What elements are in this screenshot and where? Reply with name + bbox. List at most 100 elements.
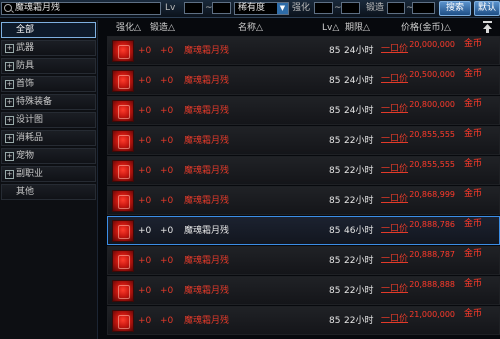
- default-button[interactable]: 默认: [474, 1, 500, 16]
- sidebar-item-label: 武器: [16, 43, 35, 53]
- buyout-label[interactable]: 一口价: [381, 194, 408, 205]
- buyout-label[interactable]: 一口价: [381, 284, 408, 295]
- buyout-label[interactable]: 一口价: [381, 164, 408, 175]
- sidebar-item-other[interactable]: 其他: [1, 184, 96, 200]
- column-header-forge[interactable]: 锻造△: [150, 23, 175, 34]
- level-max-input[interactable]: [212, 2, 231, 14]
- sidebar-item-all[interactable]: 全部: [1, 22, 96, 38]
- sidebar-item-special-equipment[interactable]: + 特殊装备: [1, 94, 96, 110]
- expand-icon[interactable]: +: [5, 134, 14, 143]
- table-row[interactable]: +0 +0 魔魂霜月残 85 22小时 一口价 20,888,787 金币: [107, 246, 500, 275]
- sidebar-item-label: 全部: [16, 25, 35, 35]
- price-value: 20,888,888: [409, 280, 455, 289]
- table-row[interactable]: +0 +0 魔魂霜月残 85 22小时 一口价 20,855,555 金币: [107, 126, 500, 155]
- table-row[interactable]: +0 +0 魔魂霜月残 85 24小时 一口价 20,800,000 金币: [107, 96, 500, 125]
- level-value: 85: [329, 226, 341, 236]
- price-value: 20,855,555: [409, 130, 455, 139]
- item-icon[interactable]: [112, 250, 134, 272]
- expand-icon[interactable]: +: [5, 116, 14, 125]
- buyout-label[interactable]: 一口价: [381, 224, 408, 235]
- enhance-value: +0: [138, 256, 152, 266]
- table-row[interactable]: +0 +0 魔魂霜月残 85 24小时 一口价 20,500,000 金币: [107, 66, 500, 95]
- gold-unit: 金币: [464, 189, 483, 199]
- buyout-label[interactable]: 一口价: [381, 104, 408, 115]
- forge-max-input[interactable]: [412, 2, 435, 14]
- duration-value: 24小时: [344, 46, 374, 56]
- expand-icon[interactable]: +: [5, 152, 14, 161]
- search-input[interactable]: 魔魂霜月残: [1, 2, 161, 15]
- expand-icon[interactable]: +: [5, 80, 14, 89]
- table-row[interactable]: +0 +0 魔魂霜月残 85 22小时 一口价 21,000,000 金币: [107, 306, 500, 335]
- expand-icon[interactable]: +: [5, 98, 14, 107]
- scroll-to-top-icon[interactable]: [482, 20, 493, 34]
- price-value: 20,868,999: [409, 190, 455, 199]
- item-name: 魔魂霜月残: [184, 196, 230, 206]
- expand-icon[interactable]: +: [5, 170, 14, 179]
- buyout-label[interactable]: 一口价: [381, 44, 408, 55]
- item-icon[interactable]: [112, 70, 134, 92]
- chevron-down-icon[interactable]: ▼: [277, 3, 288, 14]
- table-row[interactable]: +0 +0 魔魂霜月残 85 24小时 一口价 20,000,000 金币: [107, 36, 500, 65]
- level-value: 85: [329, 166, 341, 176]
- column-header-name[interactable]: 名称△: [238, 23, 263, 34]
- forge-value: +0: [160, 106, 174, 116]
- item-icon[interactable]: [112, 40, 134, 62]
- column-header-enhance[interactable]: 强化△: [116, 23, 141, 34]
- sidebar-item-jewelry[interactable]: + 首饰: [1, 76, 96, 92]
- forge-value: +0: [160, 136, 174, 146]
- level-value: 85: [329, 256, 341, 266]
- gold-unit: 金币: [464, 39, 483, 49]
- forge-value: +0: [160, 166, 174, 176]
- buyout-label[interactable]: 一口价: [381, 314, 408, 325]
- buyout-label[interactable]: 一口价: [381, 254, 408, 265]
- level-min-input[interactable]: [184, 2, 203, 14]
- item-name: 魔魂霜月残: [184, 166, 230, 176]
- gold-unit: 金币: [464, 129, 483, 139]
- item-icon[interactable]: [112, 280, 134, 302]
- item-icon[interactable]: [112, 220, 134, 242]
- sidebar-item-consumables[interactable]: + 消耗品: [1, 130, 96, 146]
- sidebar-item-pets[interactable]: + 宠物: [1, 148, 96, 164]
- column-header-duration[interactable]: 期限△: [345, 23, 370, 34]
- column-header-level[interactable]: Lv△: [322, 23, 339, 34]
- sidebar-item-sub-profession[interactable]: + 副职业: [1, 166, 96, 182]
- expand-icon[interactable]: +: [5, 44, 14, 53]
- gold-unit: 金币: [464, 249, 483, 259]
- price-value: 20,500,000: [409, 70, 455, 79]
- enhance-min-input[interactable]: [314, 2, 333, 14]
- table-header: 强化△ 锻造△ 名称△ Lv△ 期限△ 价格(金币)△: [107, 20, 500, 36]
- forge-value: +0: [160, 286, 174, 296]
- sidebar-item-weapons[interactable]: + 武器: [1, 40, 96, 56]
- enhance-value: +0: [138, 196, 152, 206]
- price-value: 20,800,000: [409, 100, 455, 109]
- sidebar-item-blueprints[interactable]: + 设计图: [1, 112, 96, 128]
- item-name: 魔魂霜月残: [184, 136, 230, 146]
- buyout-label[interactable]: 一口价: [381, 74, 408, 85]
- buyout-label[interactable]: 一口价: [381, 134, 408, 145]
- duration-value: 24小时: [344, 106, 374, 116]
- item-icon[interactable]: [112, 130, 134, 152]
- item-name: 魔魂霜月残: [184, 286, 230, 296]
- item-icon[interactable]: [112, 100, 134, 122]
- rarity-select[interactable]: 稀有度 ▼: [234, 2, 289, 15]
- table-row[interactable]: +0 +0 魔魂霜月残 85 22小时 一口价 20,868,999 金币: [107, 186, 500, 215]
- item-icon[interactable]: [112, 310, 134, 332]
- forge-label: 锻造: [366, 3, 385, 13]
- forge-value: +0: [160, 46, 174, 56]
- duration-value: 24小时: [344, 76, 374, 86]
- item-icon[interactable]: [112, 190, 134, 212]
- expand-icon[interactable]: +: [5, 62, 14, 71]
- table-row[interactable]: +0 +0 魔魂霜月残 85 22小时 一口价 20,888,888 金币: [107, 276, 500, 305]
- enhance-max-input[interactable]: [341, 2, 360, 14]
- level-value: 85: [329, 46, 341, 56]
- forge-min-input[interactable]: [387, 2, 405, 14]
- search-button[interactable]: 搜索: [439, 1, 471, 16]
- item-icon[interactable]: [112, 160, 134, 182]
- rarity-select-value: 稀有度: [238, 3, 266, 13]
- item-name: 魔魂霜月残: [184, 46, 230, 56]
- column-header-price[interactable]: 价格(金币)△: [401, 23, 451, 34]
- sidebar-item-armor[interactable]: + 防具: [1, 58, 96, 74]
- price-value: 21,000,000: [409, 310, 455, 319]
- table-row[interactable]: +0 +0 魔魂霜月残 85 22小时 一口价 20,855,555 金币: [107, 156, 500, 185]
- table-row-selected[interactable]: +0 +0 魔魂霜月残 85 46小时 一口价 20,888,786 金币: [107, 216, 500, 245]
